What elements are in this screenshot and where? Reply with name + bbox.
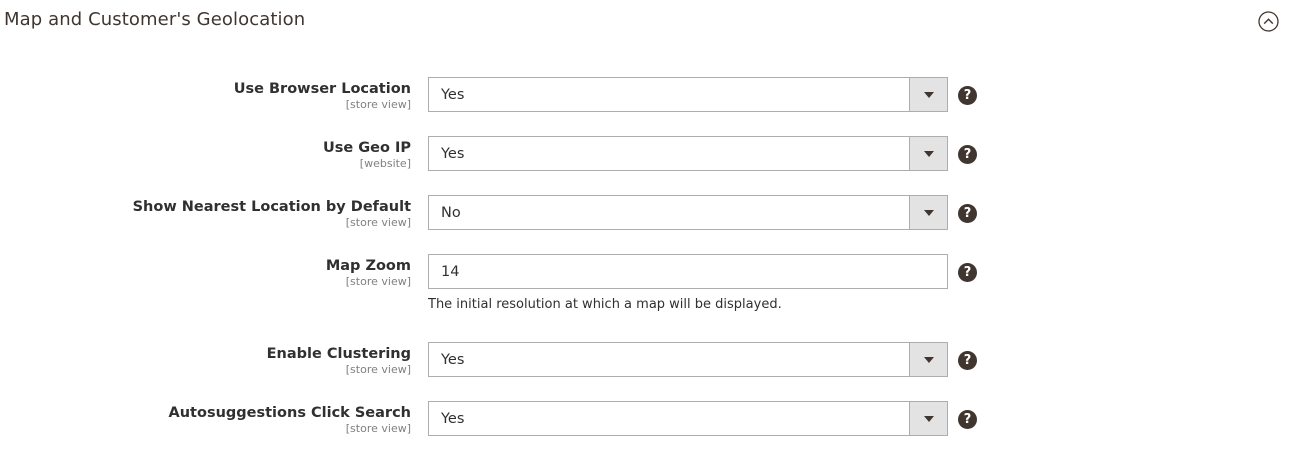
collapse-chevron-up-icon[interactable] xyxy=(1258,11,1279,32)
field-label: Enable Clustering xyxy=(266,346,411,362)
help-question-icon[interactable]: ? xyxy=(958,263,977,282)
select-value: Yes xyxy=(441,146,465,162)
field-scope: [store view] xyxy=(345,98,411,111)
field-label: Map Zoom xyxy=(325,258,411,274)
field-label: Autosuggestions Click Search xyxy=(168,405,411,421)
field-scope: [website] xyxy=(359,157,411,170)
help-question-icon[interactable]: ? xyxy=(958,410,977,429)
use-browser-location-select[interactable]: Yes xyxy=(428,77,948,112)
dropdown-arrow-icon[interactable] xyxy=(909,343,947,376)
select-value: Yes xyxy=(441,411,465,427)
select-value: Yes xyxy=(441,87,465,103)
section-header[interactable]: Map and Customer's Geolocation xyxy=(0,0,1295,40)
dropdown-arrow-icon[interactable] xyxy=(909,78,947,111)
select-value: Yes xyxy=(441,352,465,368)
field-label: Use Browser Location xyxy=(233,81,411,97)
enable-clustering-select[interactable]: Yes xyxy=(428,342,948,377)
field-scope: [store view] xyxy=(345,363,411,376)
field-label-group: Use Browser Location [store view] xyxy=(234,79,411,111)
select-value: No xyxy=(441,205,461,221)
input-value: 14 xyxy=(441,264,460,280)
field-label-group: Map Zoom [store view] xyxy=(326,256,411,288)
help-question-icon[interactable]: ? xyxy=(958,145,977,164)
autosuggestions-click-search-select[interactable]: Yes xyxy=(428,401,948,436)
field-scope: [store view] xyxy=(345,216,411,229)
section-title: Map and Customer's Geolocation xyxy=(4,9,306,30)
show-nearest-location-select[interactable]: No xyxy=(428,195,948,230)
field-label-group: Use Geo IP [website] xyxy=(323,138,411,170)
field-label-group: Autosuggestions Click Search [store view… xyxy=(169,403,411,435)
field-note: The initial resolution at which a map wi… xyxy=(428,297,782,312)
dropdown-arrow-icon[interactable] xyxy=(909,196,947,229)
field-scope: [store view] xyxy=(345,422,411,435)
field-label: Show Nearest Location by Default xyxy=(132,199,411,215)
field-label-group: Enable Clustering [store view] xyxy=(267,344,411,376)
help-question-icon[interactable]: ? xyxy=(958,204,977,223)
dropdown-arrow-icon[interactable] xyxy=(909,402,947,435)
dropdown-arrow-icon[interactable] xyxy=(909,137,947,170)
field-scope: [store view] xyxy=(345,275,411,288)
field-label-group: Show Nearest Location by Default [store … xyxy=(133,197,411,229)
help-question-icon[interactable]: ? xyxy=(958,86,977,105)
field-label: Use Geo IP xyxy=(322,140,411,156)
help-question-icon[interactable]: ? xyxy=(958,351,977,370)
map-zoom-input[interactable]: 14 xyxy=(428,254,948,289)
use-geo-ip-select[interactable]: Yes xyxy=(428,136,948,171)
